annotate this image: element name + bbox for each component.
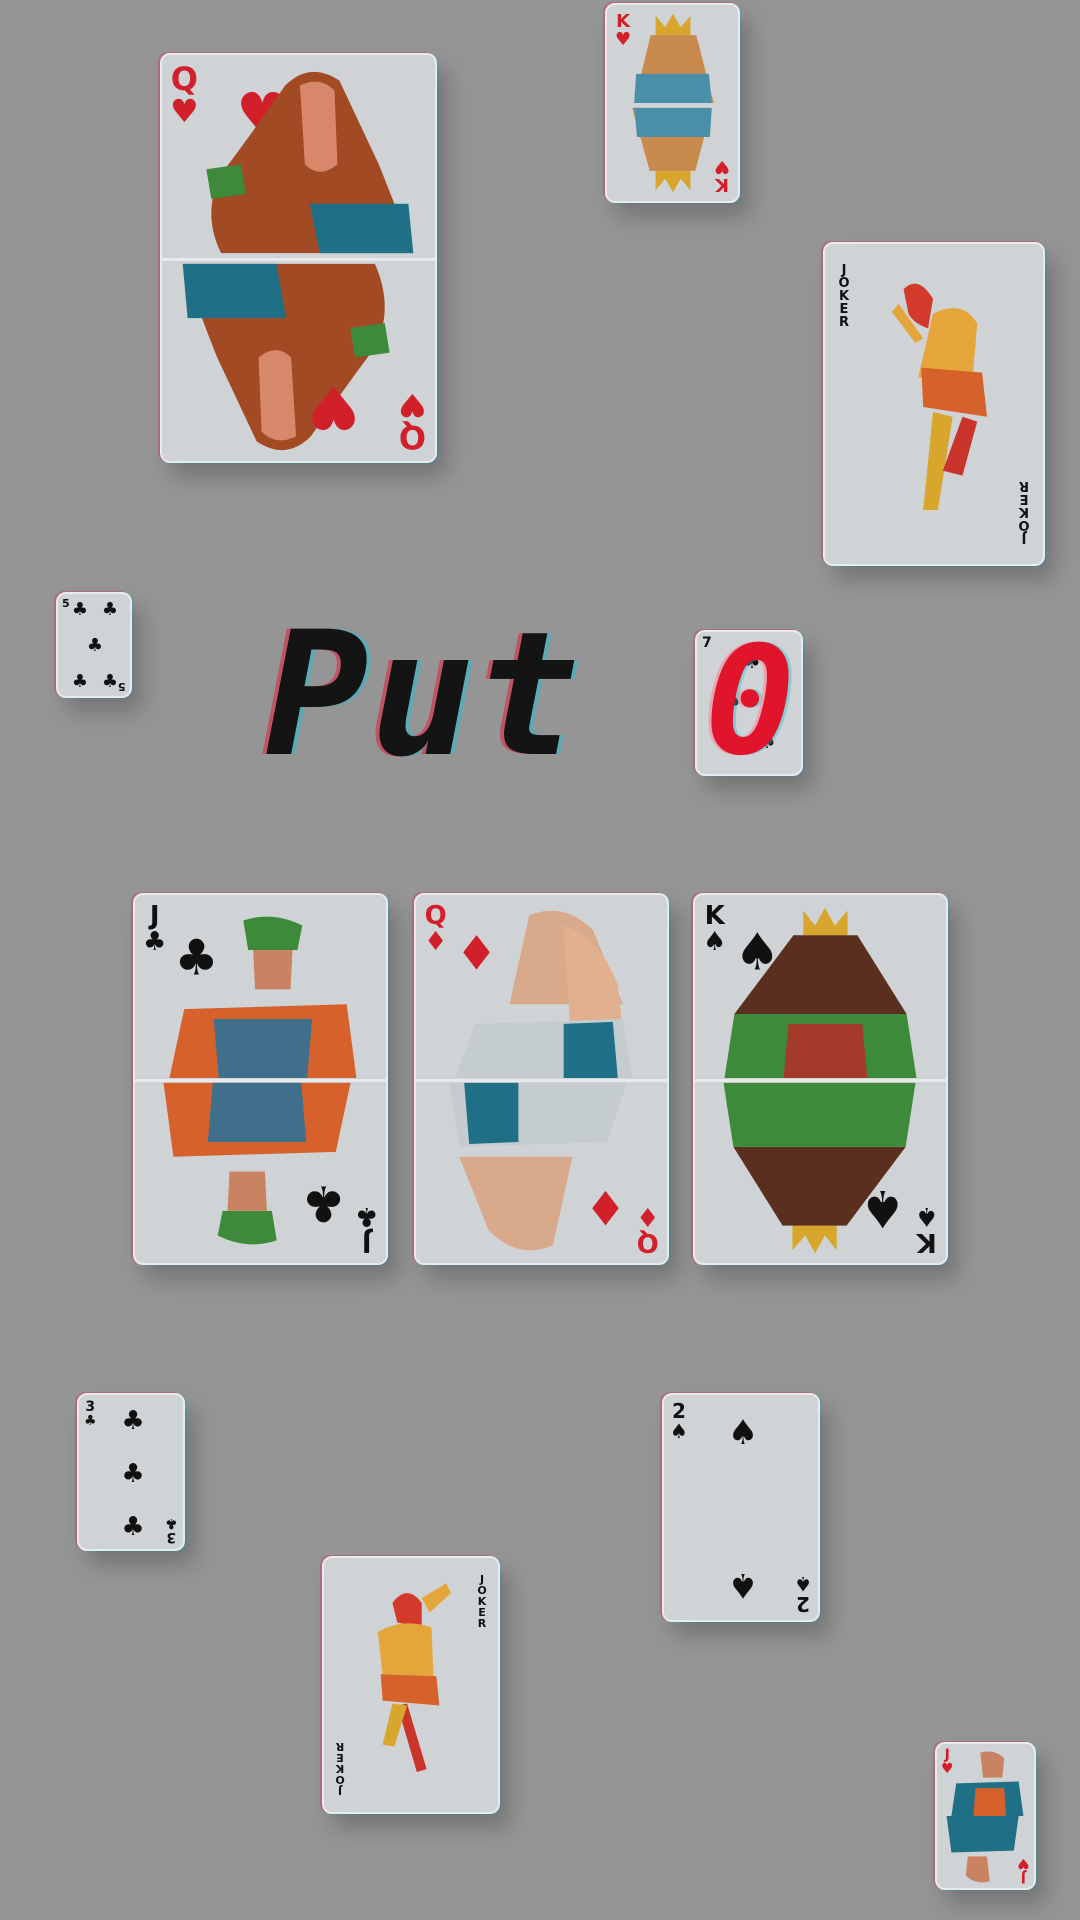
club-pip-icon: ♣ [71, 599, 89, 620]
card-jack-of-clubs[interactable]: J ♣ J ♣ ♣ ♣ [133, 893, 388, 1265]
card-joker-right[interactable]: JOKER JOKER [823, 242, 1045, 566]
card-rank: 5 [118, 680, 126, 693]
club-pip-icon: ♣ [101, 599, 119, 620]
club-pip-icon: ♣ [121, 1512, 145, 1542]
svg-text:♣: ♣ [174, 929, 218, 987]
game-title-text: Put [265, 594, 582, 795]
jack-figure-art [946, 1751, 1024, 1883]
spade-suit-icon: ♠ [794, 1572, 812, 1596]
jester-figure-art [891, 283, 988, 511]
card-rank: 5 [62, 597, 70, 610]
queen-figure-art: ♥ ♥ [162, 71, 435, 451]
card-rank: 2 [796, 1592, 810, 1616]
card-king-of-spades[interactable]: K ♠ K ♠ ♠ ♠ [693, 893, 948, 1265]
club-pip-icon: ♣ [121, 1459, 145, 1489]
card-three-of-clubs[interactable]: 3 ♣ 3 ♣ ♣ ♣ ♣ [77, 1393, 185, 1551]
king-figure-art [632, 13, 714, 193]
card-five-of-clubs[interactable]: 5 5 ♣ ♣ ♣ ♣ ♣ [56, 592, 132, 698]
card-jack-of-hearts[interactable]: J ♥ J ♥ [935, 1742, 1036, 1890]
spade-suit-icon: ♠ [670, 1419, 688, 1443]
svg-text:♣: ♣ [302, 1174, 346, 1232]
svg-text:♥: ♥ [307, 373, 360, 442]
club-pip-icon: ♣ [86, 635, 104, 656]
game-title-zero: 0 [704, 615, 796, 789]
jester-figure-art [377, 1583, 452, 1772]
spade-pip-icon: ♠ [727, 1565, 759, 1605]
svg-text:♦: ♦ [455, 927, 497, 982]
club-pip-icon: ♣ [121, 1406, 145, 1436]
card-rank: 2 [672, 1399, 686, 1423]
spade-pip-icon: ♠ [727, 1413, 759, 1453]
queen-figure-art: ♦ ♦ [416, 910, 667, 1251]
card-two-of-spades[interactable]: 2 ♠ 2 ♠ ♠ ♠ [662, 1393, 820, 1622]
club-suit-icon: ♣ [84, 1413, 97, 1429]
card-joker-bottom[interactable]: JOKER JOKER [322, 1556, 500, 1814]
svg-text:♠: ♠ [860, 1178, 906, 1238]
card-queen-of-diamonds[interactable]: Q ♦ Q ♦ ♦ ♦ [414, 893, 669, 1265]
king-figure-art: ♠ ♠ [695, 907, 946, 1254]
club-pip-icon: ♣ [101, 671, 119, 692]
card-king-of-hearts[interactable]: K ♥ K ♥ [605, 3, 740, 203]
game-title: Put 7 ♠ ♠ ♠ 0 [265, 600, 805, 790]
jack-figure-art: ♣ ♣ [135, 916, 386, 1245]
card-rank: 3 [166, 1529, 177, 1545]
card-rank: 3 [85, 1399, 96, 1415]
club-suit-icon: ♣ [165, 1515, 178, 1531]
card-queen-of-hearts[interactable]: Q ♥ Q ♥ ♥ ♥ [160, 53, 437, 463]
svg-text:♦: ♦ [584, 1179, 626, 1234]
club-pip-icon: ♣ [71, 671, 89, 692]
